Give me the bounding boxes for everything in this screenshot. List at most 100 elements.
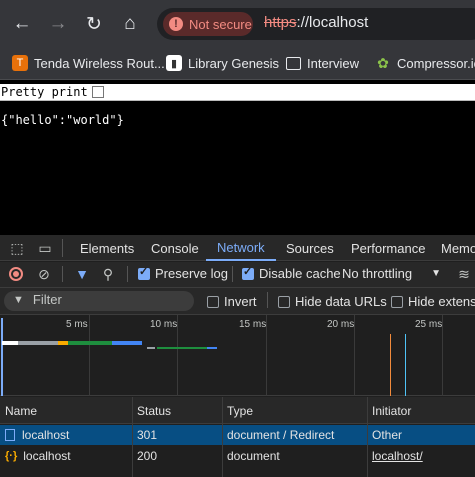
request-name-cell: localhost — [0, 425, 69, 445]
selection-handle[interactable] — [1, 318, 3, 396]
back-icon[interactable]: ← — [8, 10, 36, 38]
url-protocol: https — [264, 14, 297, 31]
book-icon: ▮ — [166, 55, 182, 71]
timeline-tick: 15 ms — [239, 319, 267, 330]
disable-cache-toggle[interactable]: Disable cache — [242, 265, 341, 281]
waterfall-bar — [2, 341, 18, 345]
request-name-cell: {·} localhost — [0, 446, 71, 466]
bookmark-tenda[interactable]: T Tenda Wireless Rout... — [12, 53, 165, 73]
invert-label: Invert — [224, 294, 257, 309]
json-body: {"hello":"world"} — [1, 113, 124, 127]
hide-extension-checkbox[interactable] — [391, 295, 403, 308]
invert-toggle[interactable]: Invert — [207, 294, 257, 309]
grid-line — [89, 315, 90, 396]
column-type[interactable]: Type — [222, 397, 253, 424]
bookmark-label: Interview — [307, 55, 360, 71]
tab-sources[interactable]: Sources — [286, 235, 334, 261]
request-initiator: Other — [372, 428, 403, 442]
waterfall-bar — [18, 341, 58, 345]
request-type: document / Redirect — [227, 428, 335, 442]
home-icon[interactable]: ⌂ — [116, 10, 144, 38]
frog-icon: ✿ — [377, 54, 389, 71]
request-initiator-link[interactable]: localhost/ — [367, 446, 423, 466]
waterfall-bar — [147, 347, 155, 349]
divider — [267, 292, 268, 308]
waterfall-bar — [207, 347, 217, 349]
column-initiator[interactable]: Initiator — [367, 397, 411, 424]
preserve-log-label: Preserve log — [155, 266, 228, 281]
filter-icon: ▼ — [13, 293, 24, 306]
waterfall-bar — [68, 341, 112, 345]
request-status: 301 — [137, 428, 158, 442]
invert-checkbox[interactable] — [207, 295, 219, 308]
bookmark-label: Compressor.io — [397, 55, 475, 71]
inspect-element-icon[interactable]: ⬚ — [8, 239, 26, 257]
timeline-tick: 20 ms — [327, 319, 355, 330]
tab-network[interactable]: Network — [206, 235, 276, 261]
divider — [232, 266, 233, 282]
preserve-log-checkbox[interactable] — [138, 265, 150, 280]
record-icon[interactable] — [9, 267, 23, 281]
divider — [62, 266, 63, 282]
reload-icon[interactable]: ↻ — [80, 10, 108, 38]
tab-memory[interactable]: Memo — [441, 235, 475, 261]
chevron-down-icon: ▼ — [431, 268, 441, 279]
bookmark-library-genesis[interactable]: ▮ Library Genesis — [166, 53, 279, 73]
tab-elements[interactable]: Elements — [80, 235, 134, 261]
throttling-select[interactable]: No throttling ▼ — [342, 266, 441, 281]
security-label: Not secure — [189, 16, 252, 32]
waterfall-bar — [112, 341, 142, 345]
tab-console[interactable]: Console — [151, 235, 199, 261]
search-icon[interactable]: ⚲ — [99, 265, 117, 283]
column-divider[interactable] — [222, 397, 223, 477]
pretty-print-bar: Pretty print — [0, 84, 475, 101]
hide-data-urls-label: Hide data URLs — [295, 294, 387, 309]
bookmark-compressor[interactable]: ✿ Compressor.io — [375, 53, 475, 73]
column-divider[interactable] — [367, 397, 368, 477]
timeline-tick: 10 ms — [150, 319, 178, 330]
hide-data-urls-checkbox[interactable] — [278, 295, 290, 308]
timeline-tick: 5 ms — [66, 319, 88, 330]
url-host: ://localhost — [296, 14, 369, 31]
waterfall-bar — [157, 347, 207, 349]
tab-performance[interactable]: Performance — [351, 235, 425, 261]
clear-icon[interactable]: ⊘ — [35, 265, 53, 283]
disable-cache-checkbox[interactable] — [242, 265, 254, 280]
folder-icon — [286, 56, 301, 70]
disable-cache-label: Disable cache — [259, 266, 341, 281]
device-toolbar-icon[interactable]: ▭ — [36, 239, 54, 257]
request-name: localhost — [22, 428, 70, 442]
waterfall-bar — [58, 341, 68, 345]
warning-icon: ! — [169, 17, 183, 31]
filter-placeholder: Filter — [32, 292, 62, 307]
filter-funnel-icon[interactable]: ▼ — [73, 265, 91, 283]
hide-extension-toggle[interactable]: Hide extensi — [391, 294, 475, 309]
request-name: localhost — [23, 449, 71, 463]
preserve-log-toggle[interactable]: Preserve log — [138, 265, 228, 281]
document-icon — [5, 429, 15, 441]
divider — [127, 266, 128, 282]
forward-icon[interactable]: → — [44, 10, 72, 38]
load-event-marker — [405, 334, 406, 396]
bookmark-label: Library Genesis — [188, 55, 280, 71]
network-conditions-icon[interactable]: ≋ — [455, 265, 473, 283]
filter-field[interactable]: ▼ Filter — [13, 292, 62, 307]
pretty-print-checkbox[interactable] — [91, 86, 104, 98]
table-empty-space — [0, 467, 475, 477]
column-divider[interactable] — [132, 397, 133, 477]
json-file-icon: {·} — [5, 450, 18, 462]
bookmark-label: Tenda Wireless Rout... — [34, 55, 165, 71]
request-status: 200 — [137, 449, 158, 463]
throttling-value: No throttling — [342, 266, 413, 281]
timeline-tick: 25 ms — [415, 319, 443, 330]
hide-data-urls-toggle[interactable]: Hide data URLs — [278, 294, 387, 309]
tenda-icon: T — [12, 55, 28, 71]
dom-content-loaded-marker — [390, 334, 391, 396]
pretty-print-label: Pretty print — [1, 85, 88, 99]
page-content — [0, 80, 475, 235]
bookmark-interview[interactable]: Interview — [286, 53, 359, 73]
url-text[interactable]: https://localhost — [264, 14, 368, 31]
column-name[interactable]: Name — [0, 397, 37, 424]
column-status[interactable]: Status — [132, 397, 171, 424]
security-chip[interactable]: ! Not secure — [163, 12, 253, 36]
